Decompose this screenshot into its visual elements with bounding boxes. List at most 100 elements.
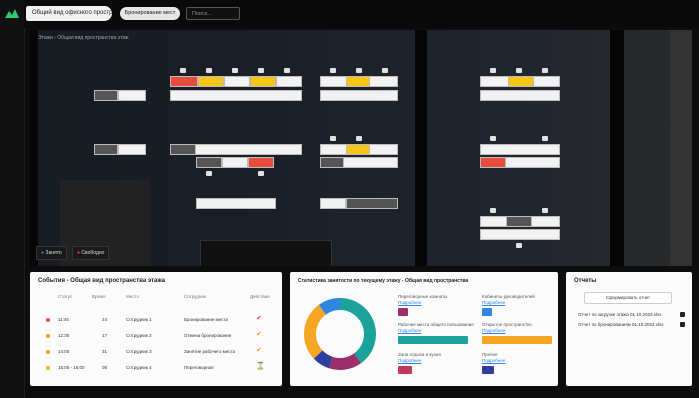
event-employee: Сотрудник 3 xyxy=(126,349,152,354)
desk[interactable] xyxy=(508,76,534,87)
status-dot-icon xyxy=(46,350,50,354)
report-file[interactable]: Отчет по бронированиям 01.10.2023.xlsx xyxy=(578,322,664,327)
desk[interactable] xyxy=(118,144,146,155)
desk[interactable] xyxy=(346,198,398,209)
logo-icon[interactable] xyxy=(5,8,19,18)
report-file[interactable]: Отчет по загрузке этажа 01.10.2023.xlsx xyxy=(578,312,662,317)
breadcrumb: Этажи › Общая вид пространства этаж xyxy=(38,35,129,41)
event-place: 17 xyxy=(102,333,108,338)
legend-link[interactable]: Подробнее xyxy=(398,300,421,305)
legend-link[interactable]: Подробнее xyxy=(482,328,505,333)
chair-icon xyxy=(232,68,238,73)
hourglass-icon[interactable]: ⌛ xyxy=(256,363,265,370)
status-dot-icon xyxy=(46,334,50,338)
desk[interactable] xyxy=(250,76,276,87)
desk[interactable] xyxy=(94,144,118,155)
chair-icon xyxy=(206,171,212,176)
event-employee: Сотрудник 4 xyxy=(126,365,152,370)
event-place: 24 xyxy=(102,317,108,322)
generate-report-button[interactable]: Сформировать отчет xyxy=(584,292,672,304)
event-time: 11:45 xyxy=(58,317,69,322)
reports-title: Отчеты xyxy=(574,278,597,284)
donut-segment[interactable] xyxy=(304,304,327,359)
event-type: Занятие рабочего места xyxy=(184,349,235,354)
chair-icon xyxy=(516,68,522,73)
desk[interactable] xyxy=(224,76,250,87)
event-time: 14:00 xyxy=(58,349,70,354)
desk[interactable] xyxy=(320,198,346,209)
chair-icon xyxy=(542,68,548,73)
event-employee: Сотрудник 2 xyxy=(126,333,152,338)
desk[interactable] xyxy=(276,76,302,87)
floor-map[interactable]: Этажи › Общая вид пространства этаж xyxy=(30,30,692,266)
chair-icon xyxy=(356,136,362,141)
donut-segment[interactable] xyxy=(339,298,376,364)
free-dot-icon: ● xyxy=(77,250,81,256)
legend-label: Занято xyxy=(45,250,62,256)
legend-link[interactable]: Подробнее xyxy=(398,328,421,333)
legend-bar xyxy=(398,336,468,344)
col-time: Время xyxy=(92,294,106,299)
desk[interactable] xyxy=(320,157,344,168)
desk[interactable] xyxy=(506,216,532,227)
tab-booking[interactable]: Бронирование мест xyxy=(120,7,180,20)
chair-icon xyxy=(516,243,522,248)
legend-title: Зона отдыха и кухня xyxy=(398,352,441,357)
legend-link[interactable]: Подробнее xyxy=(482,358,505,363)
download-icon[interactable] xyxy=(680,322,685,327)
donut-chart[interactable] xyxy=(300,294,380,374)
legend-occupied: ● Занято xyxy=(36,246,67,260)
event-time: 15:00 - 16:00 xyxy=(58,365,85,370)
chair-icon xyxy=(490,208,496,213)
desk[interactable] xyxy=(480,157,506,168)
desk[interactable] xyxy=(196,157,222,168)
desk[interactable] xyxy=(118,90,146,101)
col-employee: Сотрудник xyxy=(184,294,206,299)
desk[interactable] xyxy=(94,90,118,101)
event-type: Переговорная xyxy=(184,365,214,370)
event-type: Бронирование места xyxy=(184,317,228,322)
desk-row[interactable] xyxy=(196,198,276,209)
desk-row[interactable] xyxy=(480,90,560,101)
desk[interactable] xyxy=(222,157,248,168)
tab-overview[interactable]: Общий вид офисного пространства xyxy=(26,6,112,21)
desk-row[interactable] xyxy=(170,90,302,101)
desk[interactable] xyxy=(346,144,370,155)
donut-segment[interactable] xyxy=(328,353,362,370)
event-employee: Сотрудник 1 xyxy=(126,317,152,322)
desk-row[interactable] xyxy=(480,229,560,240)
desk[interactable] xyxy=(170,144,196,155)
sidebar xyxy=(0,0,25,398)
chair-icon xyxy=(330,136,336,141)
legend-bar xyxy=(482,366,494,374)
chair-icon xyxy=(258,68,264,73)
donut-segment[interactable] xyxy=(318,298,341,315)
legend-link[interactable]: Подробнее xyxy=(482,300,505,305)
chair-icon xyxy=(382,68,388,73)
legend-title: Рабочие места общего пользования xyxy=(398,322,474,327)
chair-icon xyxy=(206,68,212,73)
desk-row[interactable] xyxy=(480,144,560,155)
stats-panel: Статистика занятости по текущему этажу -… xyxy=(290,272,558,386)
check-icon[interactable]: ✔ xyxy=(256,331,262,338)
event-type: Отмена бронирования xyxy=(184,333,232,338)
stats-title: Статистика занятости по текущему этажу -… xyxy=(298,278,469,284)
legend-bar xyxy=(482,308,492,316)
desk[interactable] xyxy=(198,76,224,87)
legend-title: Прочее xyxy=(482,352,498,357)
reports-panel: Отчеты xyxy=(566,272,692,386)
status-dot-icon xyxy=(46,366,50,370)
legend-title: Кабинеты руководителей xyxy=(482,294,535,299)
check-icon[interactable]: ✔ xyxy=(256,315,262,322)
events-title: События - Общая вид пространства этажа xyxy=(38,278,165,284)
search-input[interactable]: Поиск... xyxy=(186,7,240,20)
download-icon[interactable] xyxy=(680,312,685,317)
desk[interactable] xyxy=(170,76,198,87)
check-icon[interactable]: ✔ xyxy=(256,347,262,354)
legend-link[interactable]: Подробнее xyxy=(398,358,421,363)
desk[interactable] xyxy=(346,76,370,87)
desk[interactable] xyxy=(248,157,274,168)
donut-segment[interactable] xyxy=(313,350,333,369)
desk-row[interactable] xyxy=(320,90,398,101)
chair-icon xyxy=(490,136,496,141)
